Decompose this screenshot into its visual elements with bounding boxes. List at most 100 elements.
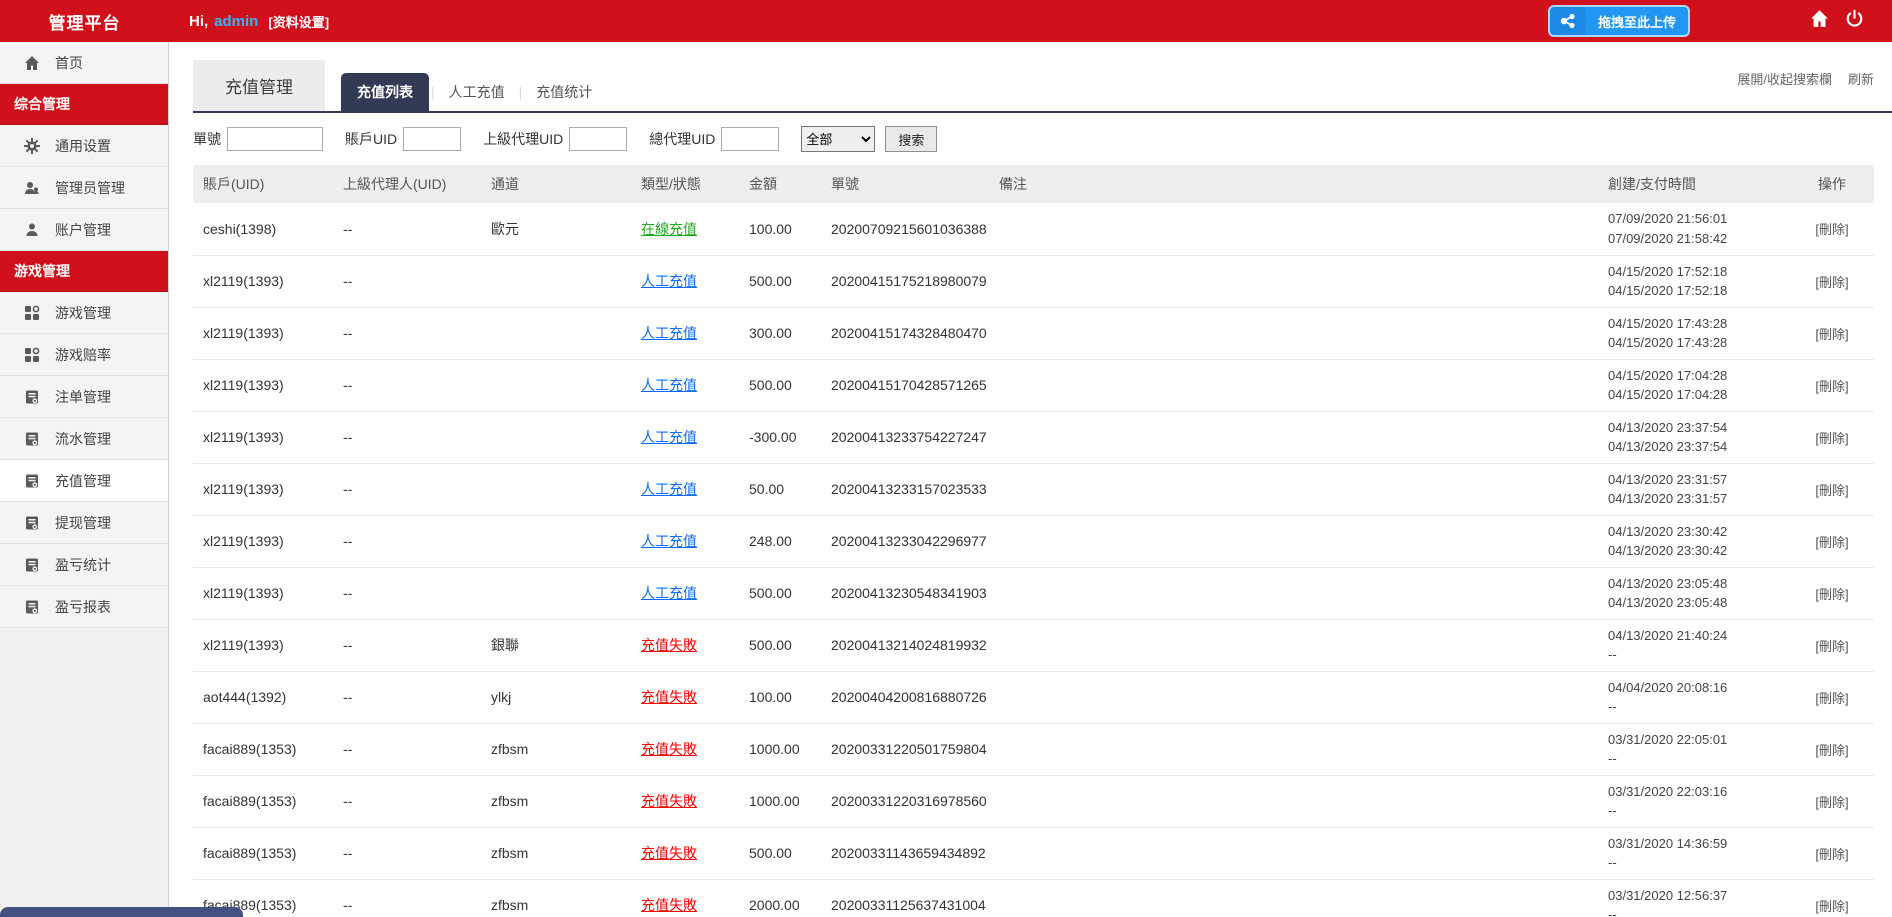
sidebar-item[interactable]: 流水管理 [0,418,168,460]
amount-cell: 100.00 [739,671,821,723]
home-icon[interactable] [1810,9,1829,33]
account-cell: xl2119(1393) [193,567,333,619]
toggle-search-link[interactable]: 展開/收起搜索欄 [1737,69,1832,88]
paid-time: 07/09/2020 21:58:42 [1608,229,1780,249]
search-button[interactable]: 搜索 [885,126,937,152]
doc-icon [24,431,40,447]
delete-link[interactable]: [刪除] [1815,691,1848,706]
order-number-cell: 20200413230548341903 [821,567,989,619]
created-time: 04/13/2020 23:37:54 [1608,418,1780,438]
agent-cell: -- [333,775,481,827]
sidebar-item[interactable]: 游戏赔率 [0,334,168,376]
status-link[interactable]: 人工充值 [641,585,697,601]
created-time: 07/09/2020 21:56:01 [1608,209,1780,229]
agent-cell: -- [333,463,481,515]
app-title: 管理平台 [0,9,169,34]
time-cell: 04/13/2020 23:31:5704/13/2020 23:31:57 [1598,463,1790,515]
paid-time: 04/13/2020 23:37:54 [1608,437,1780,457]
delete-link[interactable]: [刪除] [1815,847,1848,862]
note-cell [989,359,1598,411]
power-icon[interactable] [1845,9,1864,33]
status-link[interactable]: 充值失敗 [641,793,697,809]
greeting-text: Hi,admin [189,13,258,30]
doc-icon [24,473,40,489]
refresh-link[interactable]: 刷新 [1848,69,1874,88]
account-cell: facai889(1353) [193,723,333,775]
status-link[interactable]: 人工充值 [641,429,697,445]
status-link[interactable]: 人工充值 [641,377,697,393]
table-row: xl2119(1393)--人工充值300.002020041517432848… [193,307,1874,359]
order-number-cell: 20200413233157023533 [821,463,989,515]
parent-agent-uid-field[interactable] [569,127,627,151]
delete-link[interactable]: [刪除] [1815,483,1848,498]
status-link[interactable]: 人工充值 [641,481,697,497]
sidebar-item[interactable]: 通用设置 [0,125,168,167]
account-cell: ceshi(1398) [193,203,333,255]
sub-tab[interactable]: 人工充值 [437,73,517,111]
action-cell: [刪除] [1790,203,1874,255]
delete-link[interactable]: [刪除] [1815,222,1848,237]
delete-link[interactable]: [刪除] [1815,327,1848,342]
delete-link[interactable]: [刪除] [1815,431,1848,446]
account-uid-field[interactable] [403,127,461,151]
sidebar-item-label: 盈亏报表 [55,597,111,617]
status-link[interactable]: 在線充值 [641,221,697,237]
search-field-label: 上級代理UID [483,129,563,149]
status-link[interactable]: 人工充值 [641,273,697,289]
search-field: 賬戶UID [345,127,461,151]
note-cell [989,567,1598,619]
table-row: xl2119(1393)--人工充值-300.00202004132337542… [193,411,1874,463]
order-number-cell: 20200413233042296977 [821,515,989,567]
sidebar-item[interactable]: 首页 [0,42,168,84]
delete-link[interactable]: [刪除] [1815,899,1848,914]
profile-settings-link[interactable]: [资料设置] [268,12,329,31]
general-agent-uid-field[interactable] [721,127,779,151]
agent-cell: -- [333,203,481,255]
sidebar-item[interactable]: 注单管理 [0,376,168,418]
delete-link[interactable]: [刪除] [1815,795,1848,810]
sidebar-item[interactable]: 盈亏报表 [0,586,168,628]
drag-upload-button[interactable]: 拖拽至此上传 [1548,5,1690,37]
status-link[interactable]: 充值失敗 [641,637,697,653]
search-field: 上級代理UID [483,127,627,151]
delete-link[interactable]: [刪除] [1815,639,1848,654]
topbar-right: 拖拽至此上传 [1548,5,1892,37]
sidebar-item[interactable]: 提现管理 [0,502,168,544]
created-time: 04/15/2020 17:04:28 [1608,366,1780,386]
agent-cell: -- [333,671,481,723]
delete-link[interactable]: [刪除] [1815,587,1848,602]
status-filter-select[interactable]: 全部 [801,126,875,152]
status-link[interactable]: 充值失敗 [641,689,697,705]
status-link[interactable]: 充值失敗 [641,741,697,757]
delete-link[interactable]: [刪除] [1815,743,1848,758]
sidebar-item[interactable]: 充值管理 [0,460,168,502]
order-number-field[interactable] [227,127,323,151]
time-cell: 04/04/2020 20:08:16-- [1598,671,1790,723]
note-cell [989,671,1598,723]
created-time: 03/31/2020 22:03:16 [1608,782,1780,802]
agent-cell: -- [333,515,481,567]
sub-tab[interactable]: 充值统计 [524,73,604,111]
note-cell [989,827,1598,879]
action-cell: [刪除] [1790,359,1874,411]
doc-icon [24,557,40,573]
sidebar-item[interactable]: 游戏管理 [0,292,168,334]
delete-link[interactable]: [刪除] [1815,535,1848,550]
sidebar-item[interactable]: 盈亏统计 [0,544,168,586]
status-cell: 充值失敗 [631,775,739,827]
table-header: 賬戶(UID)上級代理人(UID)通道類型/狀態金額單號備注創建/支付時間操作 [193,165,1874,203]
status-link[interactable]: 人工充值 [641,325,697,341]
note-cell [989,515,1598,567]
sidebar-item[interactable]: 账户管理 [0,209,168,251]
delete-link[interactable]: [刪除] [1815,275,1848,290]
status-link[interactable]: 人工充值 [641,533,697,549]
order-number-cell: 20200331125637431004 [821,879,989,917]
status-link[interactable]: 充值失敗 [641,845,697,861]
channel-cell: zfbsm [481,723,631,775]
sidebar-item[interactable]: 管理员管理 [0,167,168,209]
sidebar-item-label: 游戏管理 [55,303,111,323]
sub-tab[interactable]: 充值列表 [341,73,429,111]
paid-time: -- [1608,853,1780,873]
delete-link[interactable]: [刪除] [1815,379,1848,394]
status-link[interactable]: 充值失敗 [641,897,697,913]
